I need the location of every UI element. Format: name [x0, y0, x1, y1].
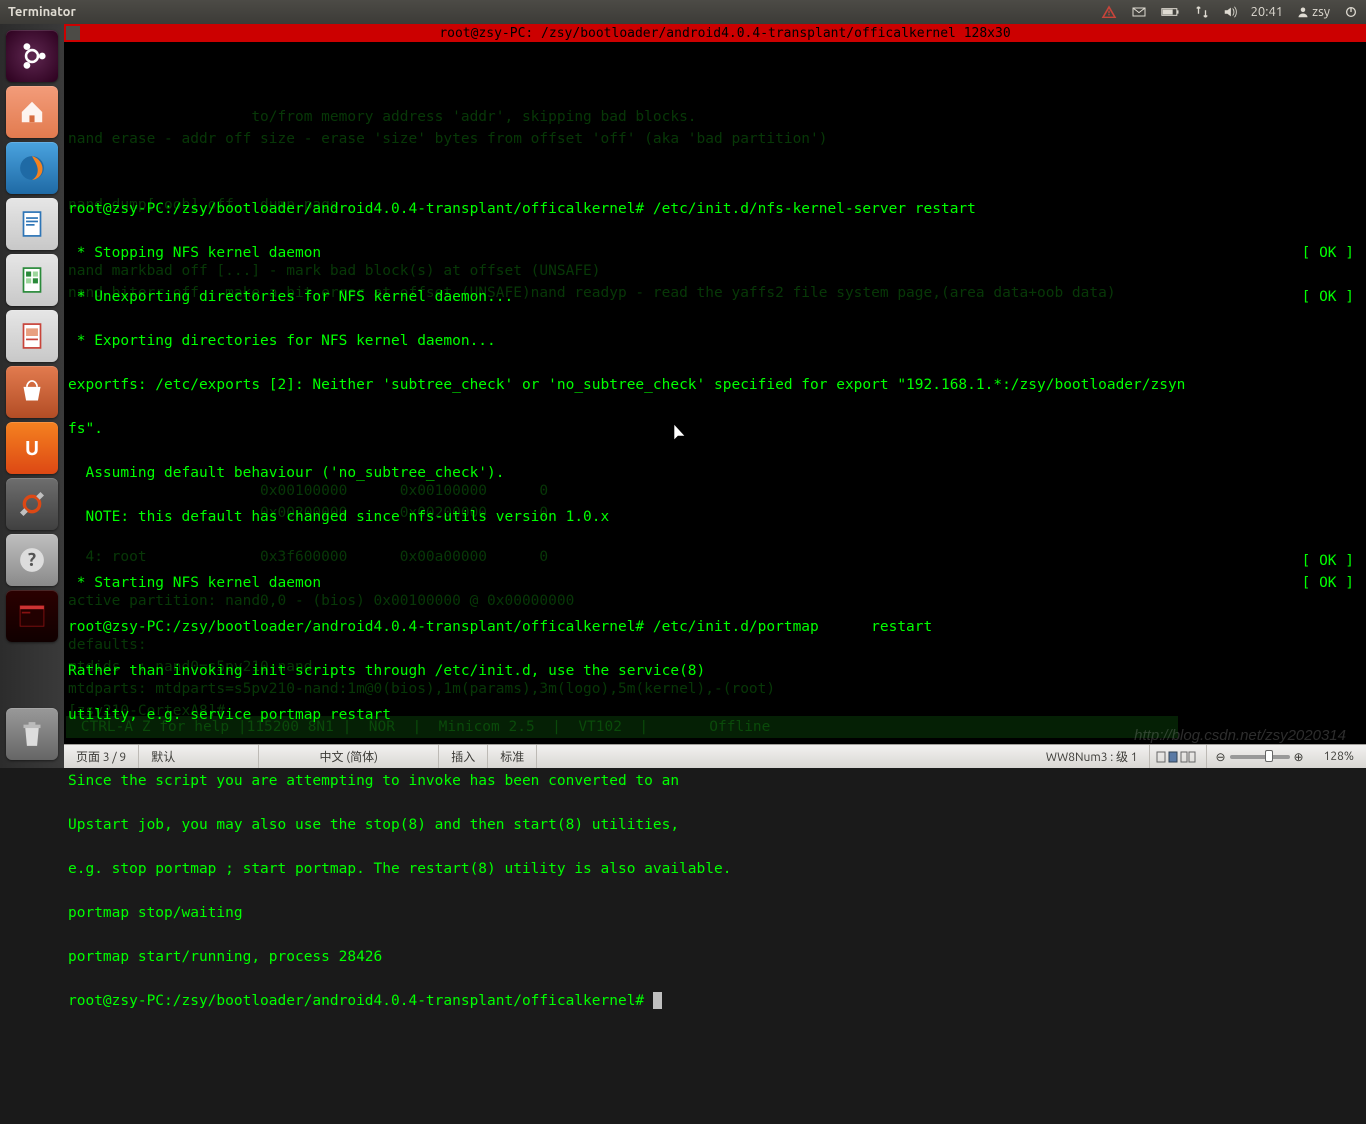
writer-icon[interactable] — [6, 198, 58, 250]
help-icon[interactable]: ? — [6, 534, 58, 586]
dash-icon[interactable] — [6, 30, 58, 82]
software-center-icon[interactable] — [6, 366, 58, 418]
home-folder-icon[interactable] — [6, 86, 58, 138]
network-icon[interactable] — [1195, 5, 1209, 19]
firefox-icon[interactable] — [6, 142, 58, 194]
terminal-close-icon[interactable] — [66, 26, 80, 40]
calc-icon[interactable] — [6, 254, 58, 306]
volume-icon[interactable] — [1223, 5, 1237, 19]
status-ok: [ OK ] — [1302, 242, 1354, 264]
system-menubar: Terminator 20:41 zsy — [0, 0, 1366, 24]
impress-icon[interactable] — [6, 310, 58, 362]
battery-icon[interactable] — [1161, 6, 1181, 18]
terminal-body[interactable]: to/from memory address 'addr', skipping … — [64, 42, 1366, 1124]
prompt-line: root@zsy-PC:/zsy/bootloader/android4.0.4… — [68, 616, 1362, 638]
ubuntu-one-icon[interactable]: U — [6, 422, 58, 474]
app-title: Terminator — [8, 5, 76, 19]
shutdown-icon[interactable] — [1344, 5, 1358, 19]
prompt-line: root@zsy-PC:/zsy/bootloader/android4.0.4… — [68, 990, 1362, 1012]
terminal-titlebar: root@zsy-PC: /zsy/bootloader/android4.0.… — [64, 24, 1366, 42]
svg-text:U: U — [25, 436, 39, 459]
terminal-output: root@zsy-PC:/zsy/bootloader/android4.0.4… — [68, 176, 1362, 1056]
svg-text:?: ? — [28, 549, 36, 570]
settings-icon[interactable] — [6, 478, 58, 530]
warning-icon[interactable] — [1101, 4, 1117, 20]
clock-text[interactable]: 20:41 — [1251, 5, 1284, 19]
terminator-icon[interactable] — [6, 590, 58, 642]
status-ok: [ OK ] — [1302, 286, 1354, 308]
unity-launcher: U ? — [0, 24, 64, 768]
trash-icon[interactable] — [6, 708, 58, 760]
user-indicator[interactable]: zsy — [1297, 5, 1330, 19]
terminal-title-text: root@zsy-PC: /zsy/bootloader/android4.0.… — [84, 26, 1366, 41]
status-ok: [ OK ] — [1302, 550, 1354, 572]
terminal-cursor — [653, 992, 662, 1009]
terminal-window: root@zsy-PC: /zsy/bootloader/android4.0.… — [64, 24, 1366, 744]
prompt-line: root@zsy-PC:/zsy/bootloader/android4.0.4… — [68, 198, 1362, 220]
status-ok: [ OK ] — [1302, 572, 1354, 594]
menubar-indicators: 20:41 zsy — [1101, 4, 1358, 20]
mail-icon[interactable] — [1131, 4, 1147, 20]
